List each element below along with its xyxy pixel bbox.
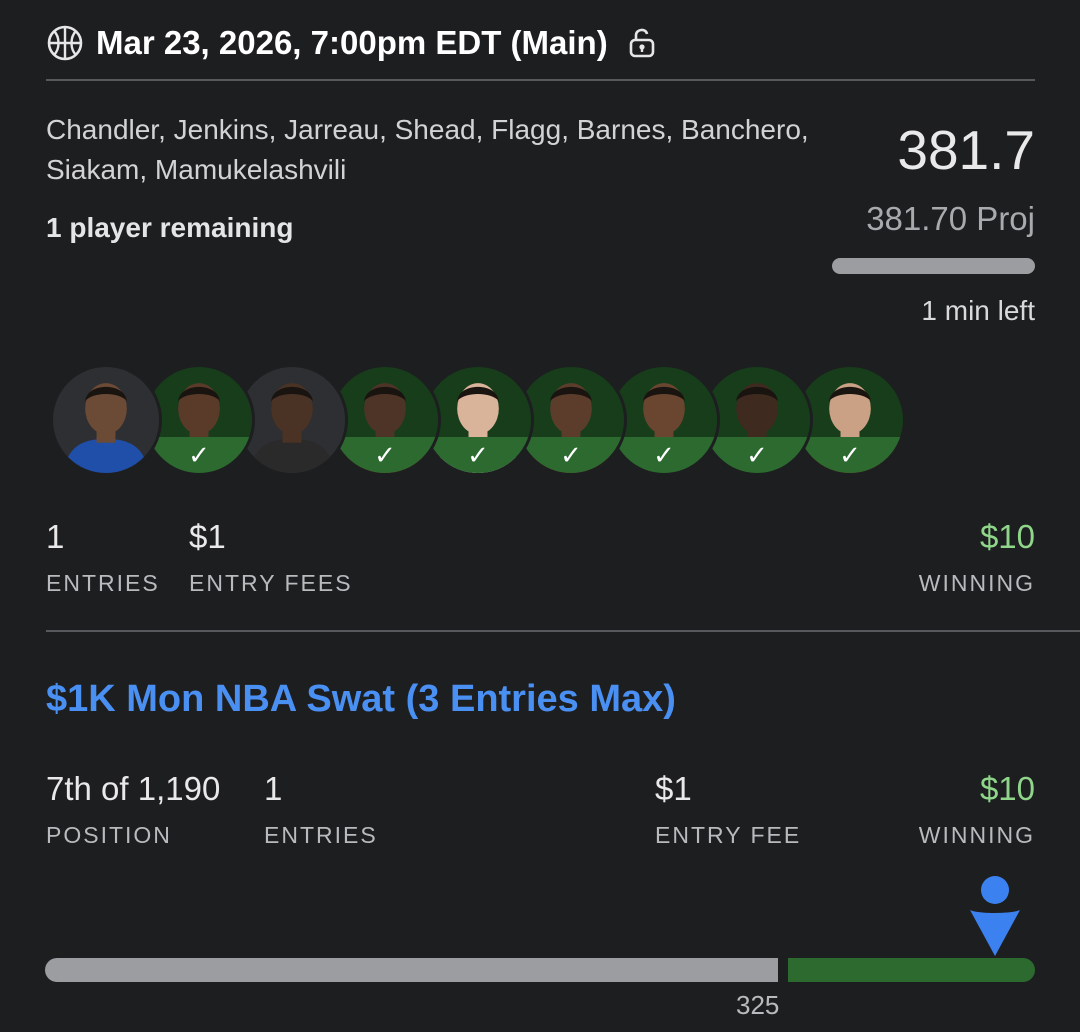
basketball-icon xyxy=(47,25,83,61)
cut-line-score: 325 xyxy=(736,990,780,1020)
projection-progress-bar xyxy=(832,258,1035,274)
contest-winning-value: $10 xyxy=(979,770,1035,807)
contest-winning-label: WINNING xyxy=(918,822,1035,848)
checkmark-icon: ✓ xyxy=(746,440,768,470)
player-avatar[interactable] xyxy=(50,364,162,476)
entry-fee-label: ENTRY FEE xyxy=(655,822,802,848)
contest-entries-label: ENTRIES xyxy=(264,822,378,848)
entry-fees-label: ENTRY FEES xyxy=(189,570,353,596)
entry-fee-value: $1 xyxy=(655,770,692,807)
checkmark-icon: ✓ xyxy=(374,440,396,470)
roster-avatars: ✓ ✓ ✓ ✓ ✓ ✓ ✓ xyxy=(50,364,930,480)
winning-label: WINNING xyxy=(918,570,1035,596)
checkmark-icon: ✓ xyxy=(839,440,861,470)
lineup-score: 381.7 xyxy=(897,119,1035,181)
player-headshot-icon xyxy=(64,383,148,473)
unlock-icon[interactable] xyxy=(626,27,658,59)
position-label: POSITION xyxy=(46,822,172,848)
lineup-player-names: Chandler, Jenkins, Jarreau, Shead, Flagg… xyxy=(46,114,809,185)
lineup-projection: 381.70 Proj xyxy=(866,200,1035,237)
entry-fees-value: $1 xyxy=(189,518,226,555)
contest-name-link[interactable]: $1K Mon NBA Swat (3 Entries Max) xyxy=(46,678,676,721)
cut-line-divider xyxy=(778,958,788,982)
slate-header[interactable]: Mar 23, 2026, 7:00pm EDT (Main) xyxy=(46,22,658,64)
winning-value: $10 xyxy=(979,518,1035,555)
entries-count: 1 xyxy=(46,518,65,555)
divider xyxy=(46,79,1035,81)
checkmark-icon: ✓ xyxy=(653,440,675,470)
slate-title: Mar 23, 2026, 7:00pm EDT (Main) xyxy=(96,24,608,61)
standings-bar-out-of-money xyxy=(45,958,778,982)
checkmark-icon: ✓ xyxy=(467,440,489,470)
checkmark-icon: ✓ xyxy=(560,440,582,470)
standings-bar-in-the-money xyxy=(788,958,1035,982)
entries-label: ENTRIES xyxy=(46,570,160,596)
divider xyxy=(46,630,1080,632)
position-value: 7th of 1,190 xyxy=(46,770,221,807)
time-left: 1 min left xyxy=(921,295,1035,326)
players-remaining: 1 player remaining xyxy=(46,212,294,243)
user-position-marker-icon xyxy=(970,876,1020,956)
contest-entries-value: 1 xyxy=(264,770,283,807)
checkmark-icon: ✓ xyxy=(188,440,210,470)
